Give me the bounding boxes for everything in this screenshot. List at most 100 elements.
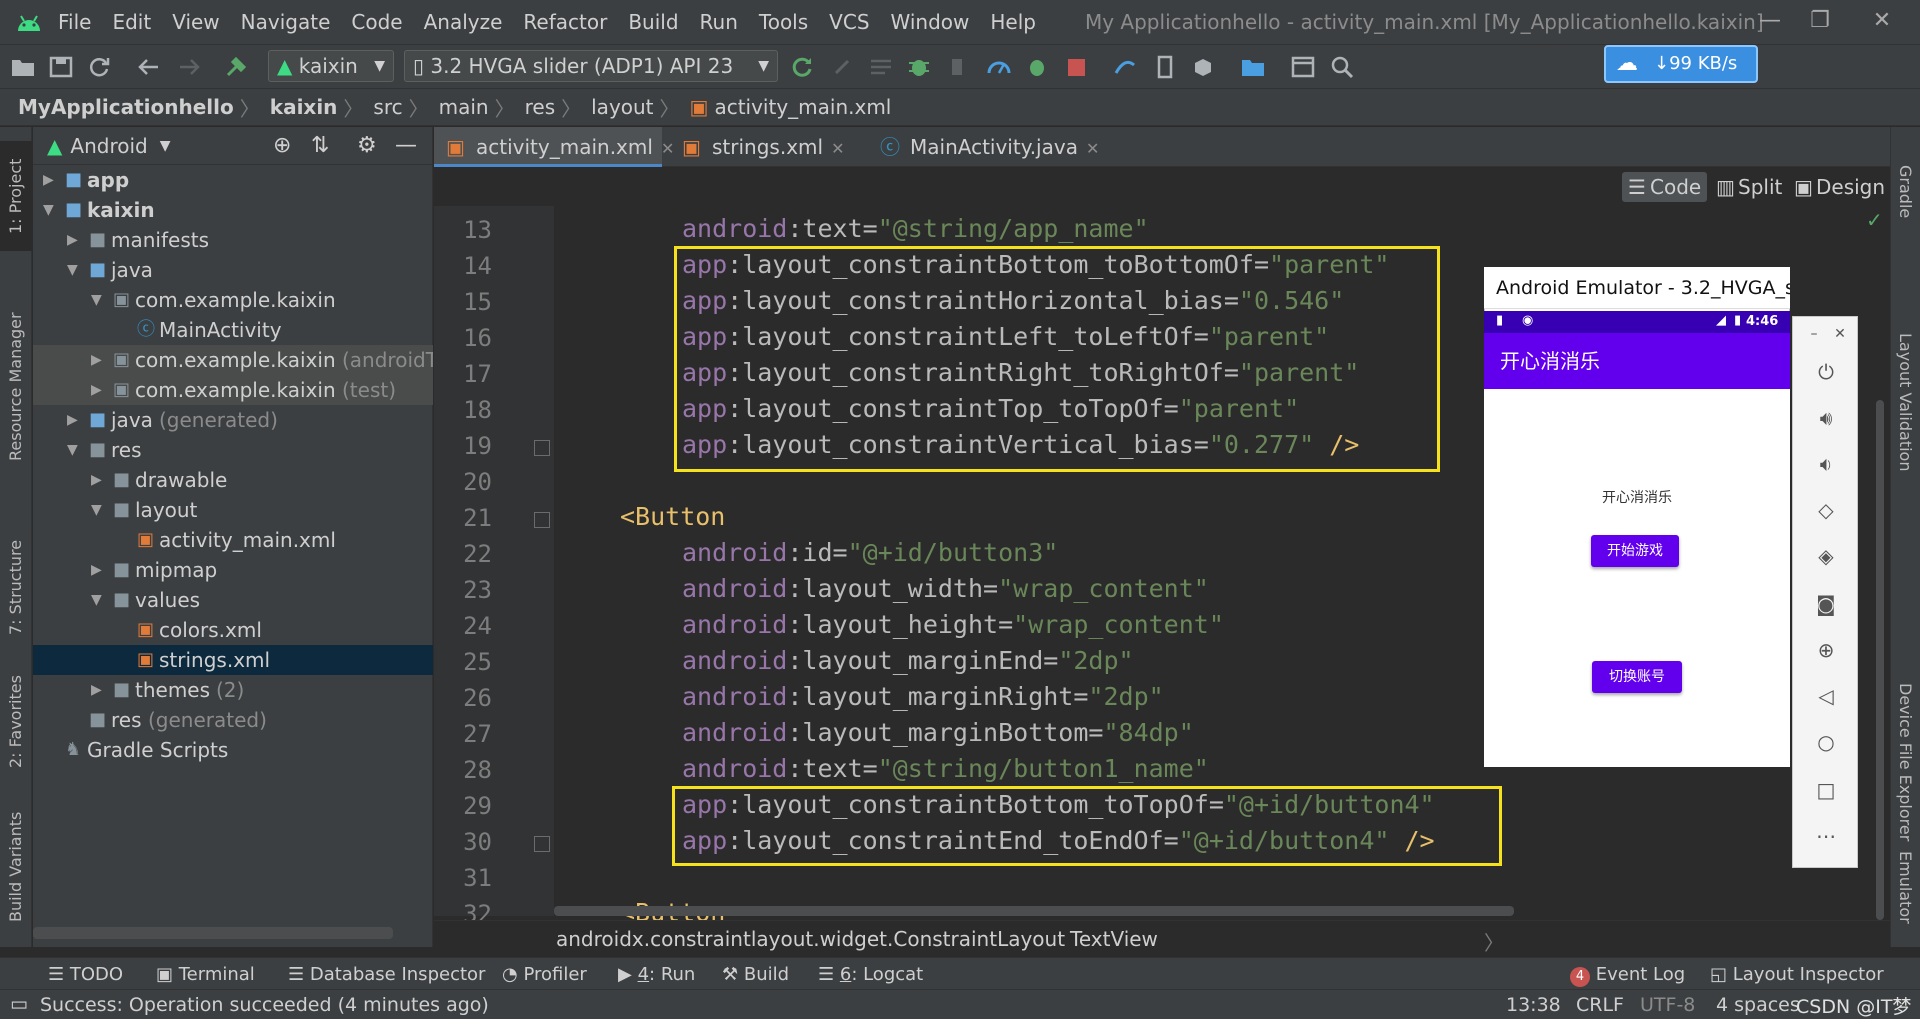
zoom-icon[interactable]: ⊕ bbox=[1813, 637, 1839, 663]
back-icon[interactable] bbox=[136, 55, 162, 79]
caret-position[interactable]: 13:38 bbox=[1506, 994, 1561, 1016]
home-icon[interactable]: ○ bbox=[1813, 729, 1839, 755]
back-icon[interactable]: ◁ bbox=[1813, 683, 1839, 709]
chevron-down-icon[interactable]: ▼ bbox=[91, 285, 107, 315]
project-structure-icon[interactable] bbox=[1240, 55, 1266, 79]
close-icon[interactable]: ✕ bbox=[1086, 139, 1099, 158]
event-log-tab[interactable]: 4 Event Log bbox=[1570, 964, 1685, 987]
tree-item[interactable]: ▶ ■ java (generated) bbox=[33, 405, 433, 435]
save-icon[interactable] bbox=[48, 55, 74, 79]
fold-icon[interactable] bbox=[534, 512, 550, 528]
tree-item[interactable]: ▣ activity_main.xml bbox=[33, 525, 433, 555]
code-line[interactable]: android:layout_height="wrap_content" bbox=[682, 610, 1224, 639]
chevron-down-icon[interactable]: ▼ bbox=[91, 585, 107, 615]
chevron-down-icon[interactable]: ▼ bbox=[67, 255, 83, 285]
chevron-right-icon[interactable]: ▶ bbox=[91, 345, 107, 375]
design-view-button[interactable]: ▣ Design bbox=[1788, 172, 1885, 202]
tree-item[interactable]: ▼ ■ kaixin bbox=[33, 195, 433, 225]
breadcrumb-item[interactable]: main bbox=[439, 95, 489, 119]
chevron-down-icon[interactable]: ▼ bbox=[160, 138, 171, 154]
logcat-tab[interactable]: ☰ 6: Logcat bbox=[818, 964, 923, 985]
tab-favorites[interactable]: 2: Favorites bbox=[0, 657, 32, 787]
avd-manager-icon[interactable] bbox=[1152, 55, 1178, 79]
apply-changes-icon[interactable] bbox=[830, 55, 856, 79]
code-line[interactable]: android:layout_marginBottom="84dp" bbox=[682, 718, 1194, 747]
run-config-select[interactable]: ▲ kaixin ▼ bbox=[268, 50, 394, 82]
chevron-right-icon[interactable]: ▶ bbox=[67, 225, 83, 255]
breadcrumb-item[interactable]: res bbox=[525, 95, 556, 119]
menu-navigate[interactable]: Navigate bbox=[241, 10, 331, 34]
breadcrumb-item[interactable]: src bbox=[373, 95, 402, 119]
chevron-right-icon[interactable]: ▶ bbox=[91, 375, 107, 405]
line-separator[interactable]: CRLF bbox=[1576, 994, 1624, 1016]
tab-layout-validation[interactable]: Layout Validation bbox=[1891, 257, 1920, 547]
close-icon[interactable]: ✕ bbox=[1862, 8, 1902, 36]
editor-breadcrumb-item[interactable]: androidx.constraintlayout.widget.Constra… bbox=[556, 927, 1065, 951]
code-line[interactable]: android:text="@string/button1_name" bbox=[682, 754, 1209, 783]
project-view-select[interactable]: Android bbox=[70, 134, 147, 158]
status-toggle-icon[interactable]: ▭ bbox=[10, 993, 28, 1015]
editor-breadcrumb-item[interactable]: TextView bbox=[1070, 927, 1158, 951]
tab-activity-main[interactable]: ▣ activity_main.xml ✕ bbox=[434, 127, 674, 167]
code-line[interactable]: android:layout_marginRight="2dp" bbox=[682, 682, 1164, 711]
menu-run[interactable]: Run bbox=[700, 10, 738, 34]
tree-scrollbar[interactable] bbox=[33, 927, 393, 939]
menu-build[interactable]: Build bbox=[628, 10, 678, 34]
menu-code[interactable]: Code bbox=[351, 10, 402, 34]
chevron-right-icon[interactable]: ▶ bbox=[43, 165, 59, 195]
minimize-icon[interactable]: – bbox=[1801, 321, 1827, 347]
tree-item[interactable]: ▶ ■ mipmap bbox=[33, 555, 433, 585]
tree-item[interactable]: ▼ ■ res bbox=[33, 435, 433, 465]
sdk-manager-icon[interactable] bbox=[1190, 55, 1216, 79]
tree-item[interactable]: ♞ Gradle Scripts bbox=[33, 735, 433, 765]
rotate-right-icon[interactable]: ◈ bbox=[1813, 543, 1839, 569]
fold-icon[interactable] bbox=[534, 440, 550, 456]
tree-item[interactable]: ▶ ▣ com.example.kaixin (androidT bbox=[33, 345, 433, 375]
menu-analyze[interactable]: Analyze bbox=[424, 10, 503, 34]
close-icon[interactable]: ✕ bbox=[1827, 321, 1853, 347]
tab-project[interactable]: 1: Project bbox=[0, 141, 32, 251]
tree-item[interactable]: ▶ ■ manifests bbox=[33, 225, 433, 255]
tree-item[interactable]: ▼ ▣ com.example.kaixin bbox=[33, 285, 433, 315]
camera-icon[interactable]: ◙ bbox=[1813, 591, 1839, 617]
locate-icon[interactable]: ⊕ bbox=[273, 133, 291, 158]
profiler-tab[interactable]: ◔ Profiler bbox=[502, 964, 587, 985]
tree-item[interactable]: ⓒ MainActivity bbox=[33, 315, 433, 345]
breadcrumb-item[interactable]: kaixin bbox=[270, 95, 338, 119]
chevron-down-icon[interactable]: ▼ bbox=[67, 435, 83, 465]
tree-item[interactable]: ▼ ■ values bbox=[33, 585, 433, 615]
menu-vcs[interactable]: VCS bbox=[829, 10, 869, 34]
build-tab[interactable]: ⚒ Build bbox=[722, 964, 789, 985]
overview-icon[interactable]: □ bbox=[1813, 777, 1839, 803]
tab-resource-manager[interactable]: Resource Manager bbox=[0, 287, 32, 487]
tab-emulator[interactable]: Emulator bbox=[1891, 827, 1920, 947]
tree-item[interactable]: ▣ strings.xml bbox=[33, 645, 433, 675]
minimize-icon[interactable]: — bbox=[1750, 8, 1790, 36]
open-folder-icon[interactable] bbox=[10, 55, 36, 79]
chevron-right-icon[interactable]: ▶ bbox=[91, 555, 107, 585]
code-view-button[interactable]: ☰ Code bbox=[1622, 172, 1708, 202]
volume-up-icon[interactable]: 🔊︎ bbox=[1813, 405, 1839, 431]
power-icon[interactable]: ⏻ bbox=[1813, 359, 1839, 385]
rotate-left-icon[interactable]: ◇ bbox=[1813, 497, 1839, 523]
terminal-tab[interactable]: ▣ Terminal bbox=[156, 964, 255, 985]
menu-edit[interactable]: Edit bbox=[112, 10, 151, 34]
code-line[interactable]: android:text="@string/app_name" bbox=[682, 214, 1149, 243]
search-icon[interactable] bbox=[1330, 55, 1356, 79]
coverage-icon[interactable] bbox=[946, 55, 972, 79]
restore-icon[interactable]: ❐ bbox=[1800, 8, 1840, 36]
tree-item[interactable]: ▼ ■ layout bbox=[33, 495, 433, 525]
forward-icon[interactable] bbox=[176, 55, 202, 79]
code-line[interactable]: android:layout_marginEnd="2dp" bbox=[682, 646, 1134, 675]
breadcrumb-item[interactable]: layout bbox=[591, 95, 653, 119]
editor-hscrollbar[interactable] bbox=[554, 906, 1514, 916]
layout-inspector-tab[interactable]: ◱ Layout Inspector bbox=[1710, 964, 1884, 985]
hide-panel-icon[interactable]: — bbox=[395, 133, 417, 158]
debug-icon[interactable] bbox=[906, 55, 932, 79]
menu-window[interactable]: Window bbox=[891, 10, 970, 34]
tree-item[interactable]: ▣ colors.xml bbox=[33, 615, 433, 645]
stop-icon[interactable] bbox=[1064, 55, 1090, 79]
split-view-button[interactable]: ▥ Split bbox=[1710, 172, 1782, 202]
indent-setting[interactable]: 4 spaces bbox=[1716, 994, 1800, 1016]
collapse-all-icon[interactable]: ⇅ bbox=[311, 133, 329, 158]
